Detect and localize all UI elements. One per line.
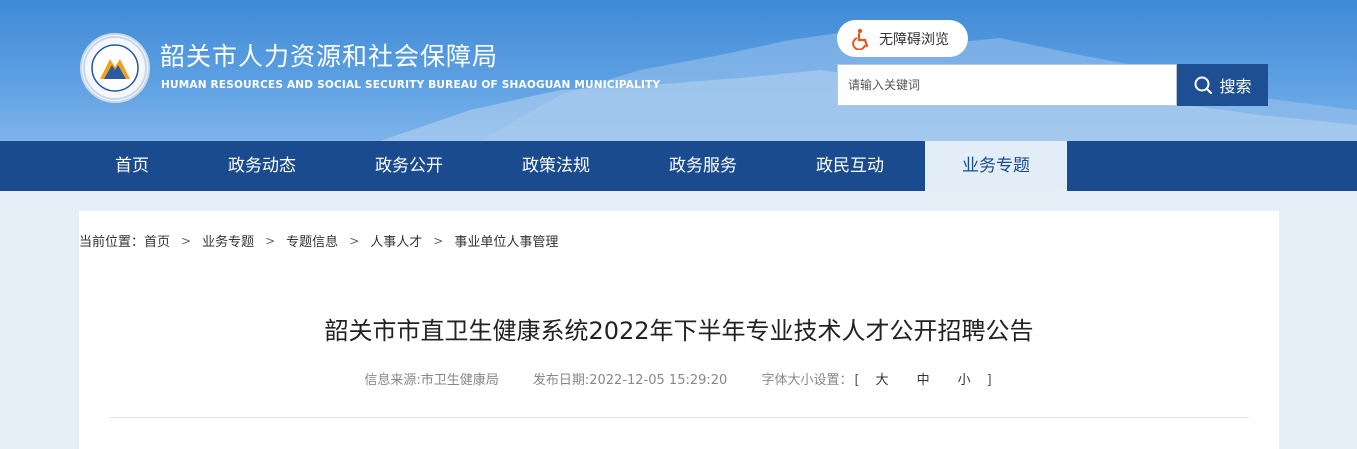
- font-size-label: 字体大小设置：: [761, 373, 853, 388]
- article-date: 发布日期:2022-12-05 15:29:20: [532, 373, 728, 388]
- accessibility-label: 无障碍浏览: [879, 31, 949, 48]
- bracket-close: ]: [986, 373, 992, 388]
- font-size-setting: 字体大小设置：[ 大 中 小]: [761, 373, 993, 388]
- nav-item-topics[interactable]: 业务专题: [925, 141, 1067, 191]
- breadcrumb-item-topic-info[interactable]: 专题信息: [286, 231, 338, 250]
- nav-item-interaction[interactable]: 政民互动: [778, 141, 922, 191]
- nav-item-home[interactable]: 首页: [79, 141, 185, 191]
- font-size-small[interactable]: 小: [958, 373, 971, 388]
- nav-item-policy[interactable]: 政策法规: [484, 141, 628, 191]
- site-header: 韶关市人力资源和社会保障局 HUMAN RESOURCES AND SOCIAL…: [0, 0, 1357, 141]
- breadcrumb-separator: >: [181, 233, 192, 248]
- breadcrumb: 当前位置： 首页 > 业务专题 > 专题信息 > 人事人才 > 事业单位人事管理: [79, 231, 558, 251]
- breadcrumb-item-institution-mgmt[interactable]: 事业单位人事管理: [454, 231, 558, 250]
- article-panel: 当前位置： 首页 > 业务专题 > 专题信息 > 人事人才 > 事业单位人事管理…: [79, 211, 1279, 449]
- font-size-large[interactable]: 大: [876, 373, 889, 388]
- font-size-medium[interactable]: 中: [917, 373, 930, 388]
- breadcrumb-item-home[interactable]: 首页: [144, 231, 170, 250]
- breadcrumb-item-topics[interactable]: 业务专题: [202, 231, 254, 250]
- nav-item-services[interactable]: 政务服务: [631, 141, 775, 191]
- breadcrumb-separator: >: [349, 233, 360, 248]
- breadcrumb-separator: >: [265, 233, 276, 248]
- search-button[interactable]: 搜索: [1177, 64, 1268, 106]
- search-input[interactable]: [837, 64, 1177, 106]
- divider: [109, 417, 1249, 418]
- breadcrumb-prefix: 当前位置：: [79, 235, 145, 250]
- article-title: 韶关市市直卫生健康系统2022年下半年专业技术人才公开招聘公告: [324, 317, 1034, 345]
- org-name-en: HUMAN RESOURCES AND SOCIAL SECURITY BURE…: [161, 79, 661, 91]
- bureau-emblem-icon: [80, 33, 150, 103]
- bracket-open: [: [854, 373, 860, 388]
- breadcrumb-separator: >: [433, 233, 444, 248]
- article-meta: 信息来源:市卫生健康局 发布日期:2022-12-05 15:29:20 字体大…: [79, 369, 1279, 388]
- search-icon: [1194, 76, 1213, 94]
- nav-item-disclosure[interactable]: 政务公开: [337, 141, 481, 191]
- search-button-label: 搜索: [1219, 77, 1252, 96]
- main-nav: 首页 政务动态 政务公开 政策法规 政务服务 政民互动 业务专题: [0, 141, 1357, 191]
- article-source: 信息来源:市卫生健康局: [364, 373, 499, 388]
- breadcrumb-item-personnel[interactable]: 人事人才: [370, 231, 422, 250]
- nav-item-news[interactable]: 政务动态: [190, 141, 334, 191]
- site-logo[interactable]: 韶关市人力资源和社会保障局 HUMAN RESOURCES AND SOCIAL…: [80, 33, 680, 103]
- accessibility-button[interactable]: 无障碍浏览: [837, 20, 968, 57]
- wheelchair-icon: [852, 28, 869, 50]
- org-name-cn: 韶关市人力资源和社会保障局: [160, 42, 499, 71]
